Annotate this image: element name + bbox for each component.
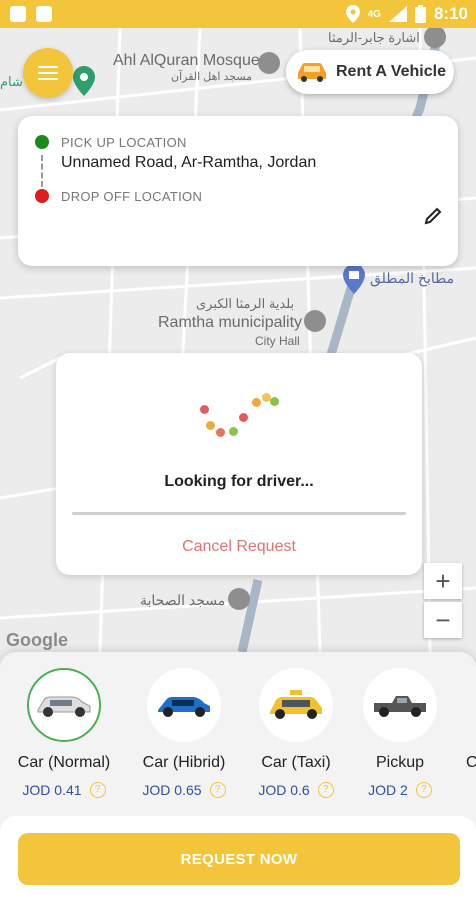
clock: 8:10 — [433, 4, 468, 23]
location-card: PICK UP LOCATION Unnamed Road, Ar-Ramtha… — [18, 116, 458, 266]
map-label-mosque: Ahl AlQuran Mosque — [113, 52, 260, 69]
location-icon — [345, 5, 360, 23]
menu-line-icon — [38, 78, 58, 80]
municipality-pin-icon — [304, 310, 326, 332]
vehicle-price: JOD 0.65? — [129, 782, 239, 798]
info-icon[interactable]: ? — [209, 782, 226, 798]
vehicle-option-taxi[interactable]: Car (Taxi) JOD 0.6? — [241, 668, 351, 798]
rent-vehicle-button[interactable]: Rent A Vehicle — [286, 50, 454, 94]
car-icon — [298, 63, 326, 82]
map-label-city-hall: City Hall — [255, 334, 300, 348]
vehicle-price: JOD 0.41? — [9, 782, 119, 798]
loading-dot — [270, 397, 279, 406]
info-icon[interactable]: ? — [89, 782, 106, 798]
map-label-sahaba: مسجد الصحابة — [140, 592, 226, 608]
green-pin-icon — [73, 66, 95, 96]
price-text: JOD 0.65 — [142, 782, 202, 798]
loading-dot — [252, 398, 261, 407]
battery-icon — [414, 5, 426, 23]
menu-button[interactable] — [23, 48, 73, 98]
map-label-signal: اشارة جابر-الرمثا — [328, 30, 420, 45]
vehicle-name: Car (Hibrid) — [142, 754, 226, 771]
zoom-in-button[interactable]: + — [424, 563, 462, 599]
loading-dot — [216, 428, 225, 437]
map-label-kitchen: مطابخ المطلق — [370, 270, 455, 286]
loading-dot — [239, 413, 248, 422]
edit-icon[interactable] — [424, 207, 442, 225]
rent-vehicle-label: Rent A Vehicle — [336, 63, 446, 80]
google-logo: Google — [6, 630, 68, 650]
map-label-left: شام — [0, 74, 23, 89]
pickup-address[interactable]: Unnamed Road, Ar-Ramtha, Jordan — [61, 154, 316, 172]
loading-dot — [206, 421, 215, 430]
dropoff-label[interactable]: DROP OFF LOCATION — [61, 189, 202, 204]
signal-icon — [388, 6, 407, 22]
pickup-icon — [374, 696, 426, 717]
pickup-dot-icon — [35, 135, 49, 149]
loading-dot — [229, 427, 238, 436]
vehicle-name: C — [466, 754, 476, 771]
price-text: JOD 2 — [368, 782, 408, 798]
loading-dialog: Looking for driver... Cancel Request — [56, 353, 422, 575]
route-dashed-line — [41, 155, 43, 187]
car-hybrid-icon — [158, 697, 210, 717]
zoom-out-button[interactable]: − — [424, 602, 462, 638]
vehicle-option-pickup[interactable]: Pickup JOD 2? — [345, 668, 455, 798]
menu-line-icon — [38, 66, 58, 68]
vehicle-price: JOD 0.6? — [241, 782, 351, 798]
loading-title: Looking for driver... — [164, 473, 314, 490]
shop-pin-icon — [343, 264, 365, 294]
vehicle-image-circle — [147, 668, 221, 742]
vehicle-price: JOD 2? — [345, 782, 455, 798]
map-label-mosque-ar: مسجد اهل القرآن — [171, 71, 253, 83]
info-icon[interactable]: ? — [415, 782, 432, 798]
vehicle-image-circle — [27, 668, 101, 742]
status-bar: 4G 8:10 — [0, 0, 476, 28]
vehicle-name: Car (Taxi) — [261, 754, 331, 771]
cancel-request-button[interactable]: Cancel Request — [56, 538, 422, 556]
progress-bar — [72, 512, 406, 515]
map-label-municipality-ar: بلدية الرمثا الكبرى — [196, 296, 295, 311]
dropoff-dot-icon — [35, 189, 49, 203]
vehicle-image-circle — [259, 668, 333, 742]
vehicle-option-normal[interactable]: Car (Normal) JOD 0.41? — [9, 668, 119, 798]
price-text: JOD 0.41 — [22, 782, 82, 798]
mosque-pin-icon — [258, 52, 280, 74]
notification-icon — [10, 6, 26, 22]
menu-line-icon — [38, 72, 58, 74]
vehicle-name: Car (Normal) — [17, 754, 111, 771]
vehicle-option-hybrid[interactable]: Car (Hibrid) JOD 0.65? — [129, 668, 239, 798]
n-app-icon — [36, 6, 52, 22]
vehicle-image-circle — [363, 668, 437, 742]
vehicle-option-partial[interactable]: C — [466, 668, 476, 772]
request-now-button[interactable]: REQUEST NOW — [18, 833, 460, 885]
price-text: JOD 0.6 — [258, 782, 310, 798]
map-label-municipality: Ramtha municipality — [158, 314, 303, 331]
vehicle-name: Pickup — [375, 754, 425, 771]
loading-dot — [200, 405, 209, 414]
signal-label: 4G — [367, 8, 381, 20]
pickup-label: PICK UP LOCATION — [61, 135, 187, 150]
sahaba-pin-icon — [228, 588, 250, 610]
car-normal-icon — [37, 696, 91, 717]
taxi-icon — [270, 690, 322, 719]
info-icon[interactable]: ? — [317, 782, 334, 798]
